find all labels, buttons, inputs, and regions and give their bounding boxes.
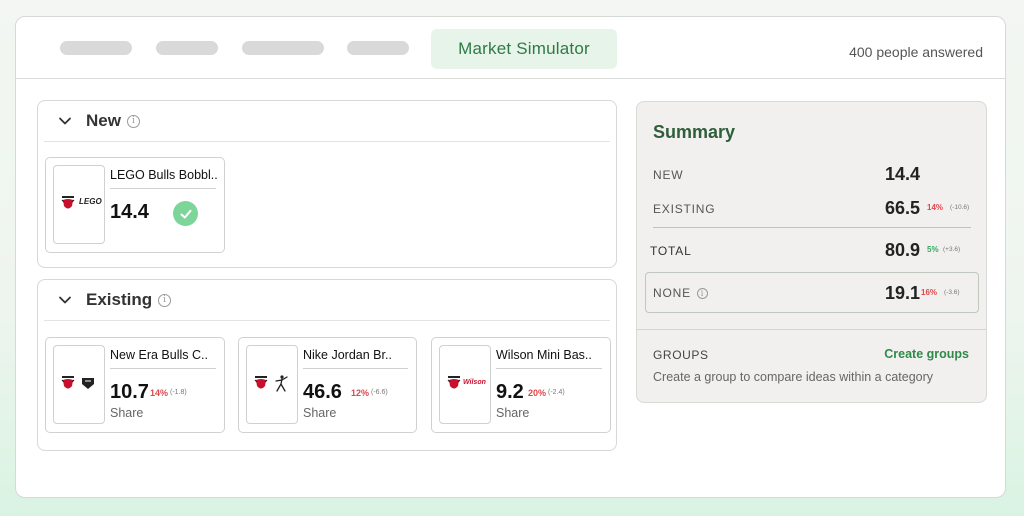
- summary-total-delta: (+3.6): [943, 246, 961, 253]
- divider: [110, 188, 216, 189]
- summary-existing-label: EXISTING: [653, 202, 716, 216]
- product-card-lego-bulls[interactable]: LEGO LEGO Bulls Bobbl.. 14.4: [45, 157, 225, 253]
- tab-placeholder-1[interactable]: [60, 41, 132, 55]
- existing-section-title: Existing: [86, 290, 153, 309]
- share-change-delta: (-6.6): [371, 389, 388, 396]
- respondent-count: 400 people answered: [849, 44, 983, 60]
- tab-placeholder-4[interactable]: [347, 41, 409, 55]
- divider: [44, 141, 610, 142]
- summary-new-label: NEW: [653, 168, 684, 182]
- share-change-percent: 14%: [150, 388, 169, 398]
- existing-section-header[interactable]: Existing i: [38, 280, 616, 320]
- product-card-wilson-mini[interactable]: Wilson Wilson Mini Bas.. 9.2 20% (-2.4) …: [431, 337, 611, 433]
- bulls-logo-icon: [61, 196, 75, 209]
- summary-none-label: NONE: [653, 286, 691, 300]
- groups-label: GROUPS: [653, 348, 709, 362]
- summary-title: Summary: [653, 122, 736, 142]
- summary-existing-percent: 14%: [927, 203, 944, 212]
- product-share-value: 46.6: [303, 381, 342, 403]
- product-title: Nike Jordan Br..: [303, 348, 392, 362]
- divider: [303, 368, 408, 369]
- existing-section: Existing i New Era Bulls C.. 10.7 14% (-…: [37, 279, 617, 451]
- bulls-logo-icon: [61, 376, 75, 389]
- share-change-delta: (-2.4): [548, 389, 565, 396]
- product-title: Wilson Mini Bas..: [496, 348, 592, 362]
- product-title: LEGO Bulls Bobbl..: [110, 168, 218, 182]
- share-label: Share: [110, 406, 144, 420]
- market-simulator-app: Market Simulator 400 people answered New…: [15, 16, 1006, 498]
- create-groups-link[interactable]: Create groups: [884, 347, 969, 361]
- info-icon[interactable]: i: [696, 288, 708, 300]
- tab-placeholder-3[interactable]: [242, 41, 324, 55]
- share-change-percent: 20%: [528, 388, 547, 398]
- product-thumbnail: Wilson: [439, 345, 491, 424]
- product-share-value: 9.2: [496, 381, 524, 403]
- brand-logo: LEGO: [79, 197, 102, 206]
- tab-market-simulator[interactable]: Market Simulator: [431, 29, 617, 69]
- divider: [637, 329, 986, 330]
- top-navigation: Market Simulator 400 people answered: [16, 17, 1005, 79]
- new-section: New i LEGO LEGO Bulls Bobbl.. 14.4: [37, 100, 617, 268]
- summary-none-delta: (-3.6): [944, 289, 960, 296]
- info-icon[interactable]: i: [126, 115, 140, 129]
- summary-existing-delta: (-10.6): [950, 204, 970, 211]
- jumpman-logo-icon: [275, 375, 288, 392]
- info-icon[interactable]: i: [158, 294, 172, 308]
- bulls-logo-icon: [447, 376, 461, 389]
- share-label: Share: [496, 406, 530, 420]
- divider: [44, 320, 610, 321]
- groups-description: Create a group to compare ideas within a…: [653, 370, 934, 384]
- divider: [496, 368, 602, 369]
- product-card-nike-jordan[interactable]: Nike Jordan Br.. 46.6 12% (-6.6) Share: [238, 337, 417, 433]
- summary-total-label: TOTAL: [650, 244, 692, 258]
- brand-logo: Wilson: [463, 379, 486, 386]
- bulls-logo-icon: [254, 376, 268, 389]
- share-change-delta: (-1.8): [170, 389, 187, 396]
- new-section-title: New: [86, 111, 121, 130]
- product-thumbnail: [246, 345, 298, 424]
- summary-existing-value: 66.5: [885, 198, 921, 218]
- product-thumbnail: [53, 345, 105, 424]
- summary-total-value: 80.9: [885, 240, 921, 260]
- share-change-percent: 12%: [351, 388, 370, 398]
- chevron-down-icon[interactable]: [58, 293, 72, 307]
- new-section-header[interactable]: New i: [38, 101, 616, 141]
- product-card-new-era[interactable]: New Era Bulls C.. 10.7 14% (-1.8) Share: [45, 337, 225, 433]
- check-icon: [173, 201, 198, 226]
- share-label: Share: [303, 406, 337, 420]
- product-title: New Era Bulls C..: [110, 348, 208, 362]
- summary-total-percent: 5%: [927, 245, 939, 254]
- product-share-value: 10.7: [110, 381, 149, 403]
- summary-none-row: NONE i 19.1 16% (-3.6): [645, 272, 979, 313]
- new-era-logo-icon: [82, 378, 94, 389]
- chevron-down-icon[interactable]: [58, 114, 72, 128]
- tab-placeholder-2[interactable]: [156, 41, 218, 55]
- divider: [110, 368, 216, 369]
- summary-panel: Summary NEW 14.4 EXISTING 66.5 14% (-10.…: [636, 101, 987, 403]
- summary-new-value: 14.4: [885, 164, 921, 184]
- summary-none-percent: 16%: [921, 288, 938, 297]
- summary-none-value: 19.1: [885, 283, 921, 303]
- product-thumbnail: LEGO: [53, 165, 105, 244]
- divider: [653, 227, 971, 228]
- product-share-value: 14.4: [110, 201, 149, 223]
